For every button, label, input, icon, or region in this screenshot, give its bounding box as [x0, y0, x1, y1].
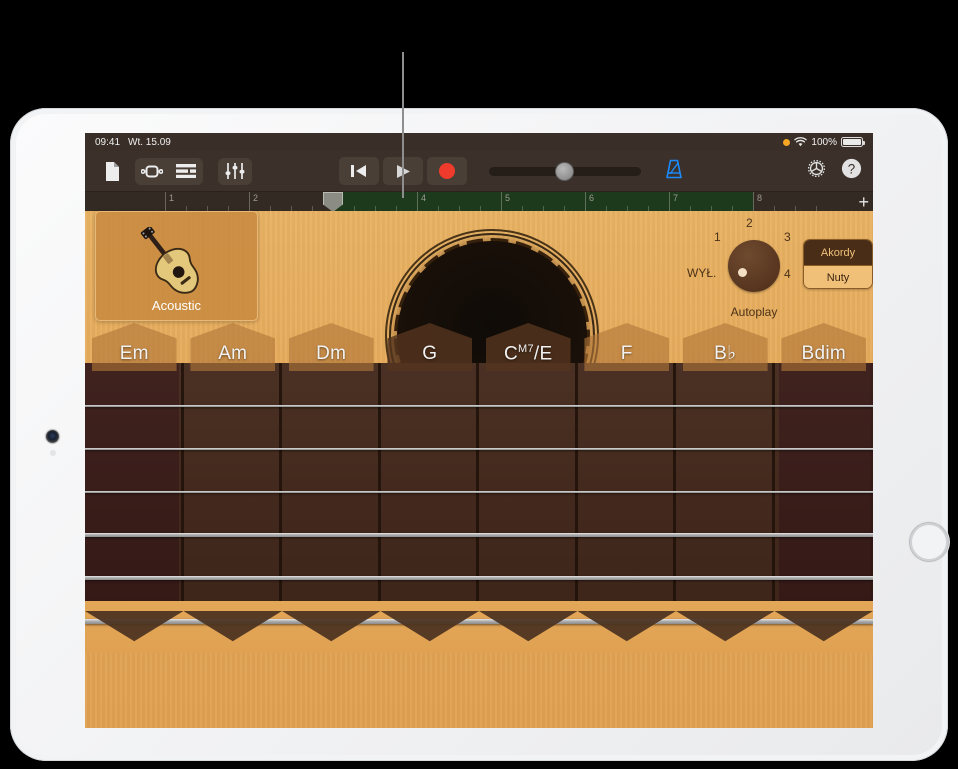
- guitar-instrument-view: Acoustic 2 1 3 4 WYŁ. Autoplay Akordy Nu…: [85, 211, 873, 728]
- front-camera-icon: [46, 430, 59, 443]
- ruler-bar-label: 2: [253, 193, 259, 203]
- autoplay-pos-3[interactable]: 3: [784, 230, 791, 244]
- gear-icon[interactable]: [805, 157, 828, 185]
- help-icon[interactable]: ?: [840, 157, 863, 185]
- ruler-bar-label: 1: [169, 193, 175, 203]
- document-icon[interactable]: [95, 158, 129, 185]
- orange-dot-icon: [783, 138, 791, 146]
- chord-label: CM7/E: [504, 342, 553, 364]
- rewind-icon[interactable]: [339, 157, 379, 185]
- chord-chevron: [774, 611, 873, 642]
- chord-label: B♭: [714, 343, 737, 364]
- guitar-string[interactable]: [85, 576, 873, 581]
- chord-label: Bdim: [801, 343, 846, 364]
- fretboard[interactable]: [85, 363, 873, 653]
- master-volume-slider[interactable]: [489, 161, 641, 181]
- tab-chords[interactable]: Akordy: [804, 240, 872, 265]
- playhead[interactable]: [323, 192, 343, 211]
- autoplay-knob[interactable]: [728, 240, 780, 292]
- ruler-bar-label: 7: [673, 193, 679, 203]
- mixer-sliders-icon[interactable]: [218, 157, 252, 185]
- autoplay-pos-1[interactable]: 1: [714, 230, 721, 244]
- ruler-bar-tick: [501, 192, 502, 211]
- track-list-icon[interactable]: [169, 157, 203, 185]
- chord-button-Dm[interactable]: Dm: [288, 323, 374, 371]
- chord-label: G: [422, 343, 438, 364]
- main-toolbar: ?: [85, 151, 873, 191]
- loop-browser-icon[interactable]: [135, 157, 169, 185]
- autoplay-off-label[interactable]: WYŁ.: [687, 266, 716, 280]
- chord-button-C[interactable]: CM7/E: [485, 323, 571, 371]
- autoplay-pos-2[interactable]: 2: [746, 216, 753, 230]
- chord-button-Em[interactable]: Em: [91, 323, 177, 371]
- chord-button-F[interactable]: F: [584, 323, 670, 371]
- guitar-string[interactable]: [85, 533, 873, 537]
- metronome-icon[interactable]: [663, 158, 685, 185]
- battery-icon: [841, 137, 865, 147]
- chord-chevron: [676, 611, 775, 642]
- instrument-selector-card[interactable]: Acoustic: [95, 211, 258, 321]
- chord-button-Bdim[interactable]: Bdim: [781, 323, 867, 371]
- volume-slider-knob[interactable]: [555, 161, 574, 181]
- knob-indicator-dot: [738, 268, 747, 277]
- chord-strip-row: Em Am Dm G CM7/E F B♭ Bdim: [85, 323, 873, 371]
- ruler-bar-label: 8: [757, 193, 763, 203]
- battery-percent: 100%: [811, 136, 837, 148]
- chord-button-Bb[interactable]: B♭: [682, 323, 768, 371]
- chord-label: Dm: [316, 343, 347, 364]
- chord-chevron: [577, 611, 676, 642]
- ruler-bar-label: 6: [589, 193, 595, 203]
- ruler-bar-label: 4: [421, 193, 427, 203]
- app-screen: 09:41 Wt. 15.09 100% ? 1 2 4 5 6 7 8 + A…: [85, 133, 873, 728]
- status-bar: 09:41 Wt. 15.09 100%: [85, 133, 873, 151]
- browser-button-group: [135, 157, 203, 185]
- ruler-bar-label: 5: [505, 193, 511, 203]
- transport-controls: [339, 157, 685, 185]
- guitar-string[interactable]: [85, 490, 873, 494]
- ambient-sensor-icon: [50, 450, 56, 456]
- ruler-bar-tick: [585, 192, 586, 211]
- acoustic-guitar-icon: [140, 227, 199, 294]
- instrument-label: Acoustic: [151, 298, 202, 313]
- chords-notes-toggle[interactable]: Akordy Nuty: [803, 239, 873, 289]
- chord-label: Am: [218, 343, 248, 364]
- status-date: Wt. 15.09: [128, 136, 171, 148]
- guitar-string[interactable]: [85, 447, 873, 450]
- chord-button-Am[interactable]: Am: [190, 323, 276, 371]
- callout-line: [402, 52, 404, 198]
- ruler-bar-tick: [753, 192, 754, 211]
- record-icon[interactable]: [427, 157, 467, 185]
- chord-chevron: [479, 611, 578, 642]
- wifi-icon: [794, 137, 808, 147]
- tab-notes[interactable]: Nuty: [804, 265, 872, 288]
- timeline-ruler[interactable]: 12345678 +: [85, 191, 873, 211]
- chord-chevron: [380, 611, 479, 642]
- ruler-bar-tick: [417, 192, 418, 211]
- home-button[interactable]: [909, 522, 949, 562]
- chord-chevron: [282, 611, 381, 642]
- autoplay-control[interactable]: 2 1 3 4 WYŁ. Autoplay: [687, 216, 818, 319]
- ruler-bar-tick: [249, 192, 250, 211]
- chord-chevron: [183, 611, 282, 642]
- guitar-string[interactable]: [85, 405, 873, 407]
- autoplay-caption: Autoplay: [730, 305, 778, 319]
- chord-label: Em: [119, 343, 149, 364]
- chord-label: F: [620, 343, 633, 364]
- add-track-button[interactable]: +: [858, 192, 869, 211]
- chord-chevron: [85, 611, 184, 642]
- chord-button-G[interactable]: G: [387, 323, 473, 371]
- ipad-device: 09:41 Wt. 15.09 100% ? 1 2 4 5 6 7 8 + A…: [10, 108, 949, 761]
- ruler-bar-tick: [165, 192, 166, 211]
- status-time: 09:41: [95, 136, 121, 148]
- svg-text:?: ?: [848, 161, 855, 176]
- ruler-bar-tick: [669, 192, 670, 211]
- autoplay-pos-4[interactable]: 4: [784, 267, 791, 281]
- chord-chevrons: [85, 611, 873, 653]
